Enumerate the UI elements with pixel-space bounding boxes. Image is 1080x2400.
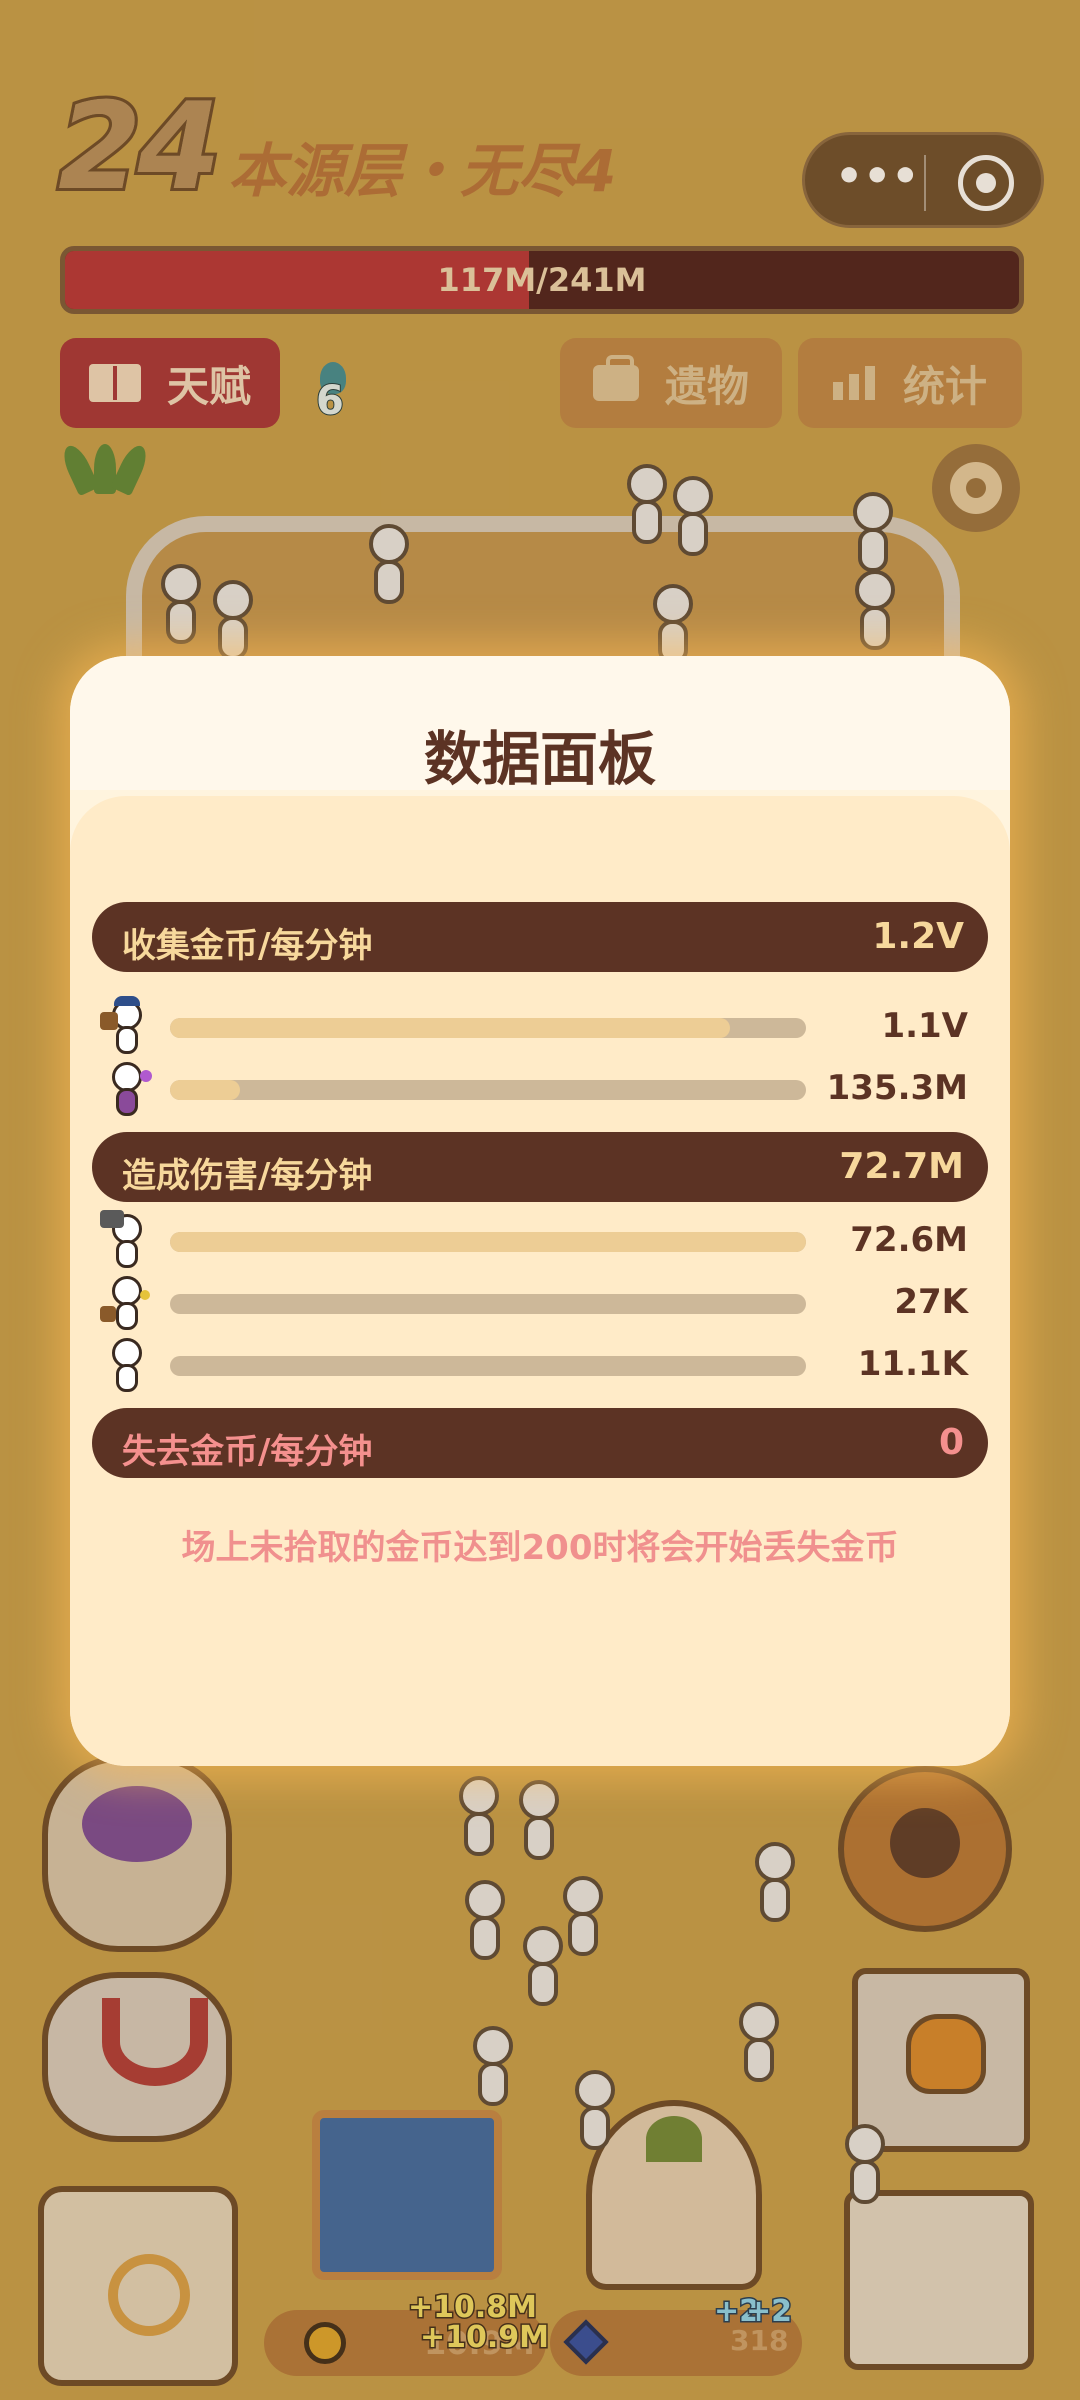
lose-gold-label: 失去金币/每分钟 [122, 1432, 373, 1472]
collect-row-value: 1.1V [881, 1006, 968, 1046]
backpack-worker-icon [100, 996, 152, 1056]
hammer-warrior-icon [100, 1210, 152, 1270]
damage-section: 造成伤害/每分钟 72.7M [92, 1132, 988, 1202]
collect-bar-track [170, 1018, 806, 1038]
collect-gold-label: 收集金币/每分钟 [122, 926, 373, 966]
torch-unit-icon [100, 1272, 152, 1332]
collect-row-wizard: 135.3M [70, 1056, 1010, 1116]
damage-row-torch-unit: 27K [70, 1270, 1010, 1330]
plain-unit-icon [100, 1334, 152, 1394]
damage-row-plain-unit: 11.1K [70, 1332, 1010, 1392]
lose-gold-value: 0 [938, 1422, 964, 1463]
wizard-icon [100, 1058, 152, 1118]
damage-label: 造成伤害/每分钟 [122, 1156, 373, 1196]
damage-bar-fill [170, 1232, 806, 1252]
damage-row-value: 72.6M [850, 1220, 968, 1260]
collect-gold-value: 1.2V [872, 916, 964, 957]
collect-bar-track [170, 1080, 806, 1100]
collect-row-backpack-worker: 1.1V [70, 994, 1010, 1054]
damage-row-hammer-warrior: 72.6M [70, 1208, 1010, 1268]
damage-bar-track [170, 1232, 806, 1252]
damage-value: 72.7M [839, 1146, 964, 1187]
damage-row-value: 11.1K [857, 1344, 968, 1384]
panel-header: 数据面板 [70, 656, 1010, 793]
data-panel: 数据面板 收集金币/每分钟 1.2V 1.1V 135.3M 造成伤害/每分钟 … [70, 656, 1010, 1766]
damage-bar-track [170, 1294, 806, 1314]
collect-bar-fill [170, 1080, 240, 1100]
collect-gold-section: 收集金币/每分钟 1.2V [92, 902, 988, 972]
panel-title: 数据面板 [423, 725, 656, 793]
gold-loss-notice: 场上未拾取的金币达到200时将会开始丢失金币 [181, 1528, 899, 1568]
collect-bar-fill [170, 1018, 730, 1038]
damage-row-value: 27K [894, 1282, 968, 1322]
lose-gold-section: 失去金币/每分钟 0 [92, 1408, 988, 1478]
damage-bar-track [170, 1356, 806, 1376]
collect-row-value: 135.3M [826, 1068, 968, 1108]
